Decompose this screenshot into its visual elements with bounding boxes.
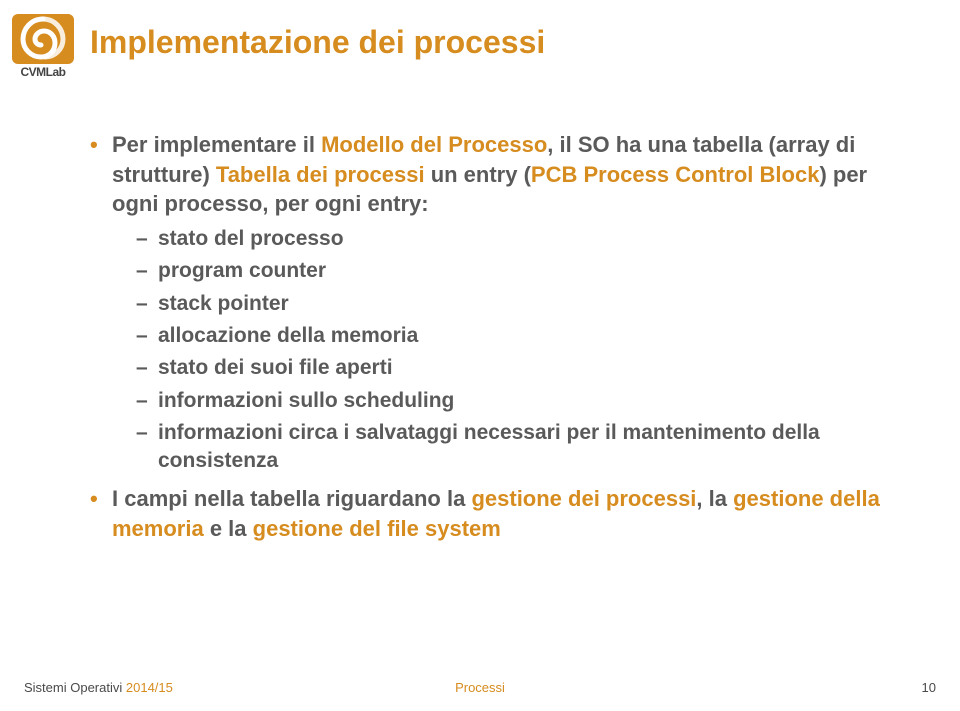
list-item: stato del processo <box>136 225 900 253</box>
list-item: Per implementare il Modello del Processo… <box>90 130 900 476</box>
slide-title: Implementazione dei processi <box>90 24 545 61</box>
list-item: stack pointer <box>136 290 900 318</box>
sub-list: stato del processo program counter stack p… <box>112 225 900 476</box>
list-item: I campi nella tabella riguardano la gest… <box>90 484 900 543</box>
list-item: informazioni sullo scheduling <box>136 387 900 415</box>
footer-year: 2014/15 <box>126 680 173 695</box>
footer-course: Sistemi Operativi <box>24 680 126 695</box>
slide-content: Per implementare il Modello del Processo… <box>90 130 900 551</box>
footer-page: 10 <box>922 680 936 695</box>
text-span: , la <box>696 486 733 511</box>
text-span: gestione del file system <box>253 516 501 541</box>
text-span: I campi nella tabella riguardano la <box>112 486 471 511</box>
list-item: allocazione della memoria <box>136 322 900 350</box>
text-span: Modello del Processo <box>321 132 547 157</box>
list-item: stato dei suoi file aperti <box>136 354 900 382</box>
footer: Sistemi Operativi 2014/15 Processi 10 <box>0 675 960 695</box>
list-item: informazioni circa i salvataggi necessar… <box>136 419 900 476</box>
logo-graphic <box>12 14 74 64</box>
list-item: program counter <box>136 257 900 285</box>
logo: CVMLab <box>12 14 74 76</box>
footer-left: Sistemi Operativi 2014/15 <box>24 680 173 695</box>
text-span: un entry ( <box>425 162 531 187</box>
text-span: PCB Process Control Block <box>531 162 820 187</box>
text-span: gestione dei processi <box>471 486 696 511</box>
swirl-icon <box>19 15 67 63</box>
text-span: Per implementare il <box>112 132 321 157</box>
text-span: Tabella dei processi <box>216 162 425 187</box>
bullet-list: Per implementare il Modello del Processo… <box>90 130 900 543</box>
text-span: e la <box>204 516 253 541</box>
footer-center: Processi <box>455 680 505 695</box>
logo-label: CVMLab <box>12 65 74 79</box>
